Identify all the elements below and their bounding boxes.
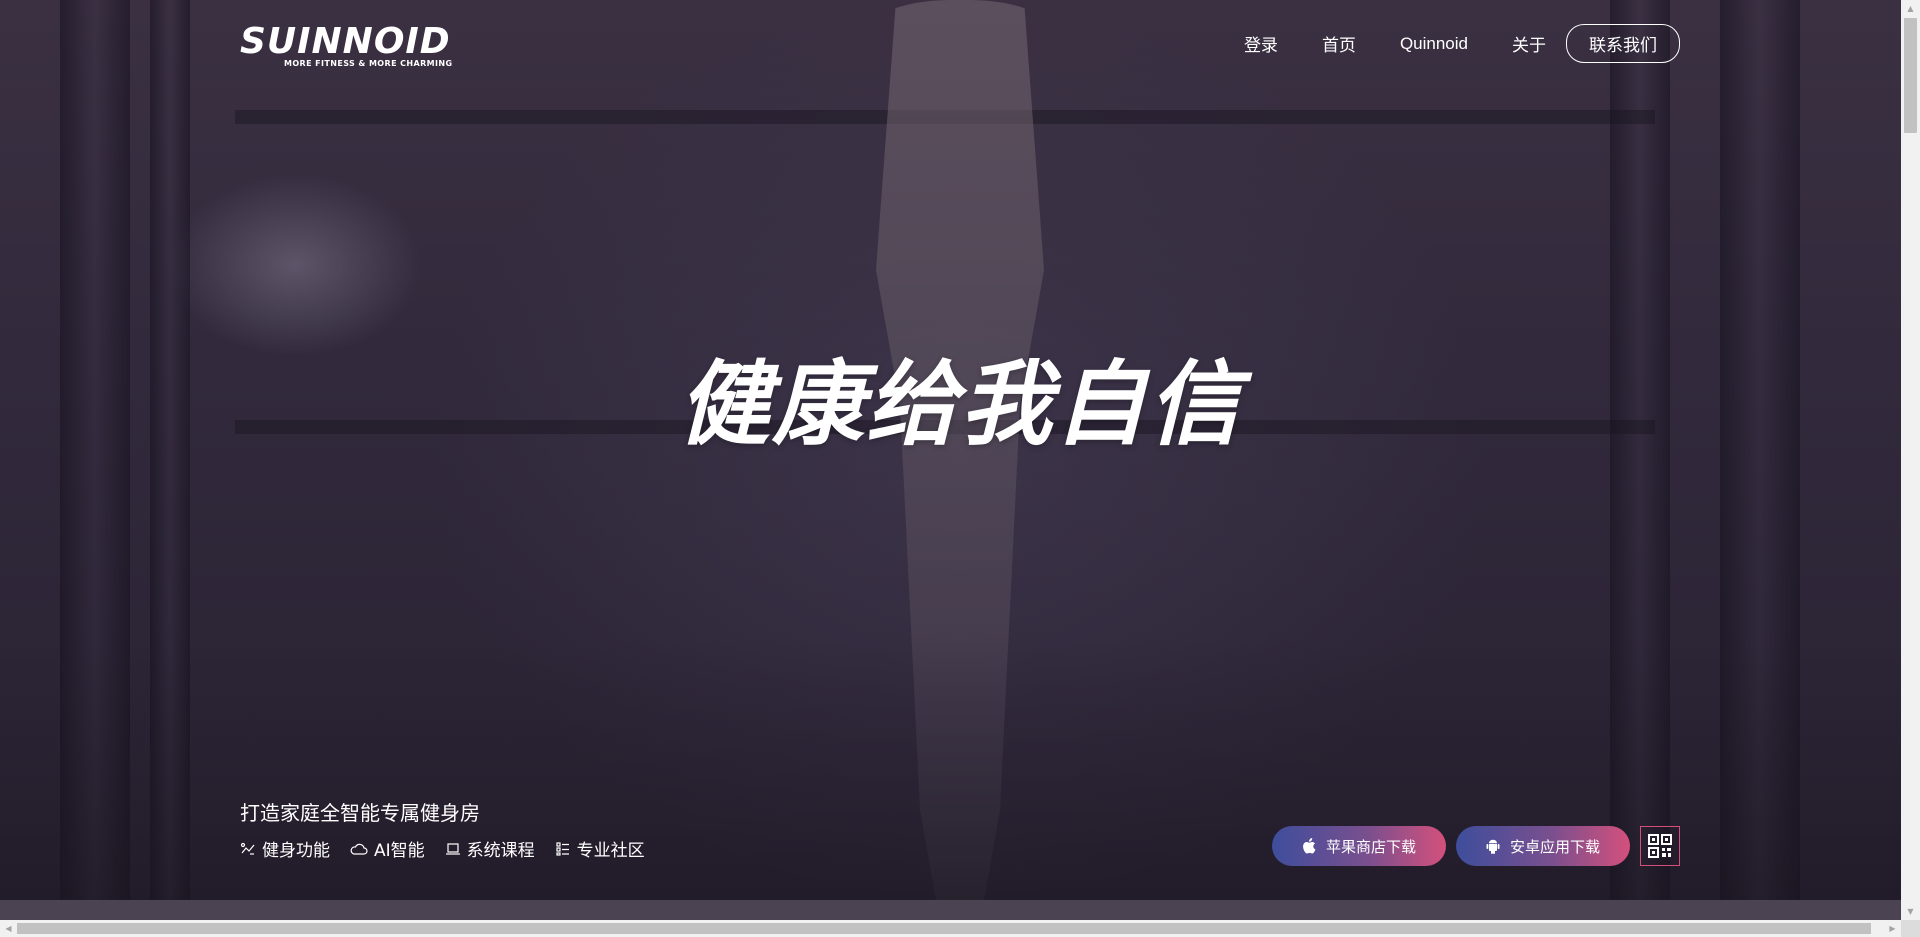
feature-list: 健身功能 AI智能 系统课程 专业社区 (240, 836, 665, 861)
scroll-left-arrow-icon[interactable]: ◀ (0, 920, 17, 937)
scrollbar-corner (1901, 920, 1920, 937)
feature-item: AI智能 (350, 836, 425, 861)
scroll-down-arrow-icon[interactable]: ▼ (1901, 903, 1920, 920)
app-store-label: 苹果商店下载 (1325, 837, 1416, 856)
brand-logo[interactable]: SUINNOID MORE FITNESS & MORE CHARMING (240, 21, 452, 69)
feature-item: 健身功能 (240, 836, 330, 861)
feature-label: AI智能 (374, 841, 425, 861)
navbar: SUINNOID MORE FITNESS & MORE CHARMING 登录… (240, 18, 1680, 78)
vertical-scroll-thumb[interactable] (1904, 18, 1917, 133)
laptop-icon (445, 842, 460, 855)
apple-icon (1303, 838, 1316, 854)
section-divider (0, 900, 1901, 920)
nav-menu: 登录 首页 Quinnoid 关于 联系我们 (1200, 24, 1680, 63)
contact-us-button[interactable]: 联系我们 (1566, 24, 1680, 63)
feature-item: 系统课程 (445, 836, 535, 861)
nav-login[interactable]: 登录 (1244, 31, 1278, 56)
fitness-icon (240, 842, 255, 855)
nav-about[interactable]: 关于 (1512, 31, 1546, 56)
cloud-icon (350, 843, 368, 855)
download-actions: 苹果商店下载 安卓应用下载 (1271, 826, 1680, 866)
list-icon (556, 841, 569, 856)
app-store-download-button[interactable]: 苹果商店下载 (1271, 826, 1446, 866)
logo-wordmark: SUINNOID (240, 21, 451, 62)
feature-label: 健身功能 (262, 841, 330, 861)
scroll-right-arrow-icon[interactable]: ▶ (1884, 920, 1901, 937)
hero-info: 打造家庭全智能专属健身房 健身功能 AI智能 系统课程 专业社区 (240, 797, 665, 861)
vertical-scrollbar[interactable]: ▲ ▼ (1901, 0, 1920, 920)
scroll-up-arrow-icon[interactable]: ▲ (1901, 0, 1920, 17)
nav-quinnoid[interactable]: Quinnoid (1400, 34, 1468, 54)
qr-code-icon (1648, 834, 1672, 858)
android-label: 安卓应用下载 (1509, 837, 1600, 856)
qr-code-button[interactable] (1640, 826, 1680, 866)
page: SUINNOID MORE FITNESS & MORE CHARMING 登录… (0, 0, 1920, 937)
horizontal-scrollbar[interactable]: ◀ ▶ (0, 920, 1901, 937)
feature-item: 专业社区 (555, 836, 645, 861)
android-icon (1486, 839, 1500, 854)
logo-tagline: MORE FITNESS & MORE CHARMING (284, 59, 453, 68)
feature-label: 专业社区 (576, 841, 645, 861)
hero-headline: 健康给我自信 (677, 351, 1242, 458)
horizontal-scroll-thumb[interactable] (17, 923, 1871, 934)
feature-label: 系统课程 (466, 841, 535, 861)
nav-home[interactable]: 首页 (1322, 31, 1356, 56)
hero-tagline: 打造家庭全智能专属健身房 (240, 801, 480, 825)
android-download-button[interactable]: 安卓应用下载 (1455, 826, 1630, 866)
